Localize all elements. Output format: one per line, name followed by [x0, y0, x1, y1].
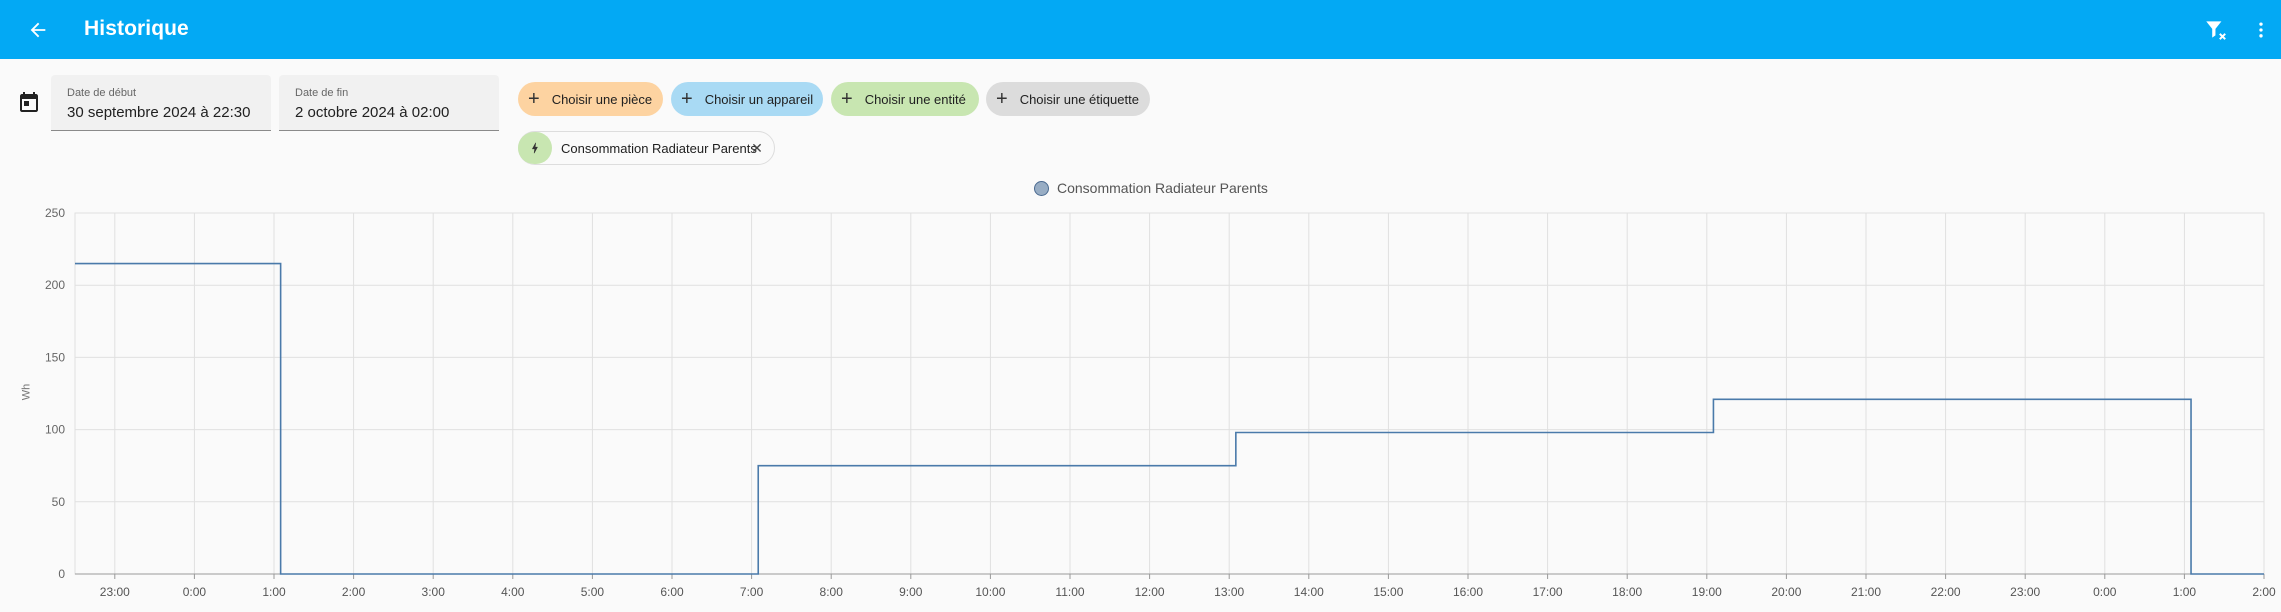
x-tick-label: 4:00 [501, 585, 525, 599]
y-tick-label: 150 [45, 350, 65, 364]
history-chart: 0 50 100 150 200 250 23:00 0:00 1:00 2:00 3:00 4:00… [45, 206, 2276, 599]
x-tick-label: 23:00 [100, 585, 130, 599]
x-tick-label: 19:00 [1692, 585, 1722, 599]
y-tick-label: 250 [45, 206, 65, 220]
x-tick-label: 8:00 [820, 585, 844, 599]
x-tick-label: 1:00 [262, 585, 286, 599]
x-tick-label: 21:00 [1851, 585, 1881, 599]
plot-frame [74, 212, 2265, 575]
x-tick-label: 14:00 [1294, 585, 1324, 599]
x-tick-label: 9:00 [899, 585, 923, 599]
y-tick-label: 50 [52, 495, 66, 509]
x-tick-label: 2:00 [2252, 585, 2276, 599]
history-page: Historique Date de début 30 septembre 20… [0, 0, 2281, 612]
x-tick-label: 11:00 [1055, 585, 1084, 599]
x-tick-label: 1:00 [2173, 585, 2197, 599]
y-tick-label: 0 [58, 567, 65, 581]
x-tick-label: 22:00 [1931, 585, 1961, 599]
x-tick-label: 10:00 [975, 585, 1005, 599]
x-tick-label: 15:00 [1373, 585, 1403, 599]
y-tick-label: 200 [45, 278, 65, 292]
x-tick-label: 0:00 [183, 585, 207, 599]
x-tick-label: 20:00 [1771, 585, 1801, 599]
x-tick-label: 3:00 [422, 585, 446, 599]
x-tick-label: 6:00 [660, 585, 684, 599]
x-tick-label: 2:00 [342, 585, 366, 599]
x-tick-label: 0:00 [2093, 585, 2117, 599]
x-tick-label: 23:00 [2010, 585, 2040, 599]
x-tick-label: 17:00 [1533, 585, 1563, 599]
x-tick-label: 18:00 [1612, 585, 1642, 599]
x-tick-label: 7:00 [740, 585, 764, 599]
x-tick-label: 16:00 [1453, 585, 1483, 599]
x-tick-label: 12:00 [1135, 585, 1165, 599]
series-line [75, 262, 2264, 575]
x-tick-label: 13:00 [1214, 585, 1244, 599]
x-tick-label: 5:00 [581, 585, 605, 599]
y-tick-label: 100 [45, 423, 65, 437]
